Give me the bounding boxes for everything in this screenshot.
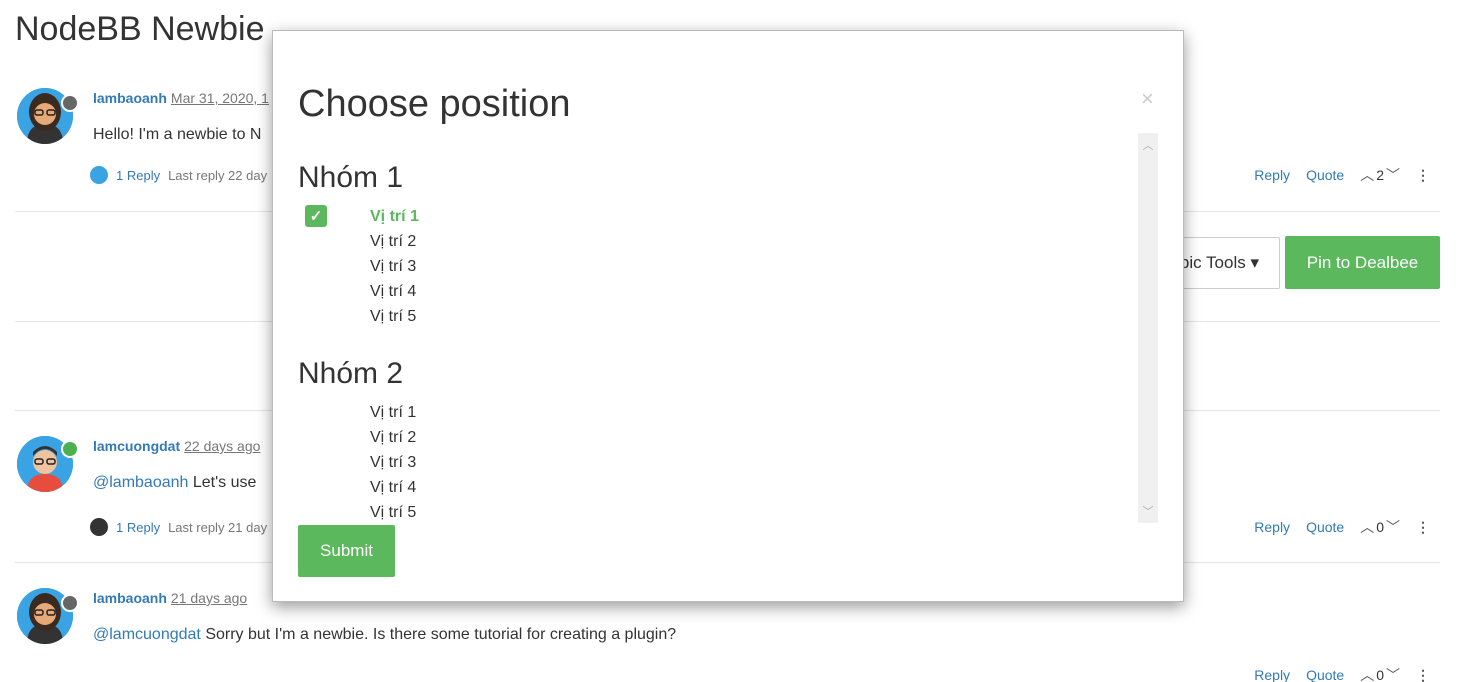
upvote-icon[interactable]: ︿ [1360, 517, 1374, 537]
post-timestamp[interactable]: 21 days ago [171, 590, 247, 606]
more-options-icon[interactable]: ⋮ [1416, 667, 1430, 682]
status-online-indicator [61, 440, 79, 458]
post-content: @lamcuongdat Sorry but I'm a newbie. Is … [93, 626, 676, 644]
position-option[interactable]: Vị trí 5 [370, 304, 419, 329]
topic-page: NodeBB Newbie lambaoanh Mar 31, 2020, 1 H… [0, 0, 1463, 682]
position-option[interactable]: Vị trí 5 [370, 500, 416, 523]
post-timestamp[interactable]: 22 days ago [184, 438, 260, 454]
reply-avatar [90, 518, 108, 536]
vote-count: 0 [1376, 519, 1384, 535]
position-option[interactable]: Vị trí 4 [370, 279, 419, 304]
quote-button[interactable]: Quote [1306, 519, 1344, 535]
submit-button[interactable]: Submit [298, 525, 395, 577]
author-name[interactable]: lambaoanh [93, 590, 167, 606]
position-option[interactable]: Vị trí 1 [370, 400, 416, 425]
position-option[interactable]: Vị trí 2 [370, 229, 419, 254]
mention-link[interactable]: @lamcuongdat [93, 626, 201, 643]
quote-button[interactable]: Quote [1306, 167, 1344, 183]
vote-group: ︿ 2 ﹀ [1360, 165, 1400, 185]
scrollbar[interactable]: ︿ ﹀ [1138, 133, 1158, 523]
post-author[interactable]: lamcuongdat 22 days ago [93, 438, 260, 454]
replies-summary[interactable]: 1 Reply Last reply 22 day [90, 166, 267, 184]
replies-count[interactable]: 1 Reply [116, 168, 160, 183]
replies-count[interactable]: 1 Reply [116, 520, 160, 535]
last-reply: Last reply 21 day [168, 519, 268, 535]
mention-link[interactable]: @lambaoanh [93, 474, 188, 491]
post-3: lambaoanh 21 days ago @lamcuongdat Sorry … [15, 588, 1440, 682]
group-title: Nhóm 1 [298, 161, 404, 194]
group-title: Nhóm 2 [298, 357, 404, 390]
upvote-icon[interactable]: ︿ [1360, 665, 1374, 682]
position-option[interactable]: Vị trí 2 [370, 425, 416, 450]
pin-to-dealbee-button[interactable]: Pin to Dealbee [1285, 236, 1440, 289]
reply-avatar [90, 166, 108, 184]
post-timestamp[interactable]: Mar 31, 2020, 1 [171, 90, 269, 106]
position-option[interactable]: Vị trí 3 [370, 450, 416, 475]
post-content: @lambaoanh Let's use [93, 474, 256, 492]
post-author[interactable]: lambaoanh Mar 31, 2020, 1 [93, 90, 269, 106]
close-icon[interactable]: × [1141, 86, 1154, 112]
topic-title: NodeBB Newbie [15, 10, 265, 48]
downvote-icon[interactable]: ﹀ [1386, 665, 1400, 682]
post-actions: Reply Quote ︿ 2 ﹀ ⋮ [1254, 165, 1430, 185]
status-away-indicator [61, 94, 79, 112]
status-away-indicator [61, 594, 79, 612]
downvote-icon[interactable]: ﹀ [1386, 517, 1400, 537]
modal-title: Choose position [298, 83, 571, 125]
vote-count: 0 [1376, 667, 1384, 682]
position-option[interactable]: Vị trí 1 [370, 204, 419, 229]
last-reply: Last reply 22 day [168, 167, 268, 183]
post-author[interactable]: lambaoanh 21 days ago [93, 590, 247, 606]
downvote-icon[interactable]: ﹀ [1386, 165, 1400, 185]
choose-position-modal: Choose position × Nhóm 1 ✓ Vị trí 1 Vị t… [272, 30, 1184, 602]
post-content: Hello! I'm a newbie to N [93, 126, 262, 143]
checked-checkbox-icon[interactable]: ✓ [305, 205, 327, 227]
position-list: Vị trí 1 Vị trí 2 Vị trí 3 Vị trí 4 Vị t… [370, 400, 416, 523]
vote-count: 2 [1376, 167, 1384, 183]
post-text: Sorry but I'm a newbie. Is there some tu… [205, 626, 677, 643]
more-options-icon[interactable]: ⋮ [1416, 167, 1430, 184]
upvote-icon[interactable]: ︿ [1360, 165, 1374, 185]
more-options-icon[interactable]: ⋮ [1416, 519, 1430, 536]
reply-button[interactable]: Reply [1254, 167, 1290, 183]
post-actions: Reply Quote ︿ 0 ﹀ ⋮ [1254, 665, 1430, 682]
quote-button[interactable]: Quote [1306, 667, 1344, 682]
vote-group: ︿ 0 ﹀ [1360, 517, 1400, 537]
author-name[interactable]: lambaoanh [93, 90, 167, 106]
post-text: Let's use [192, 474, 257, 491]
position-option[interactable]: Vị trí 3 [370, 254, 419, 279]
post-actions: Reply Quote ︿ 0 ﹀ ⋮ [1254, 517, 1430, 537]
vote-group: ︿ 0 ﹀ [1360, 665, 1400, 682]
reply-button[interactable]: Reply [1254, 519, 1290, 535]
position-option[interactable]: Vị trí 4 [370, 475, 416, 500]
position-scroll-area[interactable]: Nhóm 1 ✓ Vị trí 1 Vị trí 2 Vị trí 3 Vị t… [298, 131, 1133, 523]
reply-button[interactable]: Reply [1254, 667, 1290, 682]
scroll-up-icon[interactable]: ︿ [1138, 137, 1158, 153]
position-list: Vị trí 1 Vị trí 2 Vị trí 3 Vị trí 4 Vị t… [370, 204, 419, 329]
replies-summary[interactable]: 1 Reply Last reply 21 day [90, 518, 267, 536]
scroll-down-icon[interactable]: ﹀ [1138, 503, 1158, 519]
author-name[interactable]: lamcuongdat [93, 438, 180, 454]
